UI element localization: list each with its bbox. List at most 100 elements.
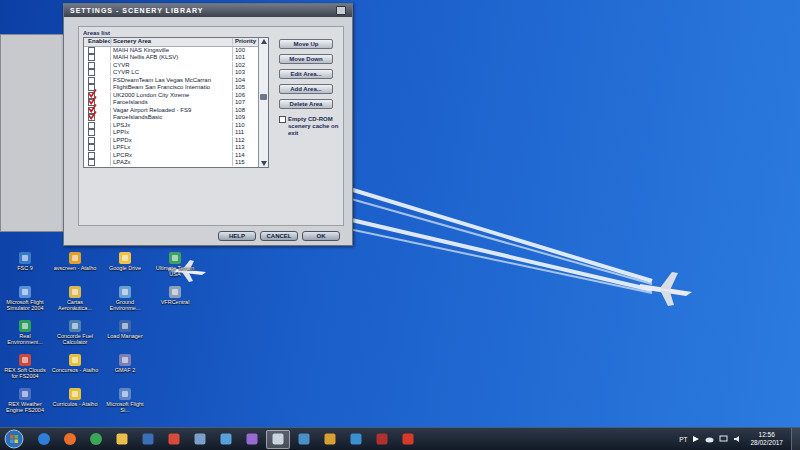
scenery-row[interactable]: LPPDx112: [84, 137, 258, 145]
desktop-icon[interactable]: Concorde Fuel Calculator: [50, 318, 100, 352]
column-header[interactable]: Priority: [232, 38, 258, 45]
scenery-row[interactable]: LPCRx114: [84, 152, 258, 160]
taskbar-app[interactable]: [136, 430, 160, 449]
scenery-row[interactable]: Vagar Airport Reloaded - FS9108: [84, 107, 258, 115]
taskbar-app[interactable]: [110, 430, 134, 449]
network-icon[interactable]: [719, 435, 728, 443]
scenery-row[interactable]: FaroeIslands107: [84, 99, 258, 107]
taskbar-app[interactable]: [84, 430, 108, 449]
dialog-button[interactable]: HELP: [218, 231, 256, 241]
enabled-checkbox[interactable]: [88, 152, 95, 159]
scenery-row[interactable]: LPSJx110: [84, 122, 258, 130]
taskbar-app[interactable]: [318, 430, 342, 449]
scroll-down-icon[interactable]: [260, 160, 268, 167]
enabled-checkbox[interactable]: [88, 54, 95, 61]
side-button[interactable]: Add Area...: [279, 84, 333, 94]
clock[interactable]: 12:5628/02/2017: [747, 431, 786, 447]
desktop-icon[interactable]: FSC 9: [0, 250, 50, 284]
side-button[interactable]: Edit Area...: [279, 69, 333, 79]
enabled-checkbox[interactable]: [88, 69, 95, 76]
side-button[interactable]: Delete Area: [279, 99, 333, 109]
desktop-icon[interactable]: Ground Environme...: [100, 284, 150, 318]
enabled-checkbox[interactable]: [88, 84, 95, 91]
taskbar-app[interactable]: [266, 430, 290, 449]
side-panel: Move Up Move Down Edit Area... Add Area... D…: [279, 37, 339, 137]
scenery-row[interactable]: CYVR102: [84, 62, 258, 70]
scenery-row[interactable]: FlightBeam San Francisco Internatio105: [84, 84, 258, 92]
dialog-button[interactable]: CANCEL: [260, 231, 298, 241]
taskbar-app[interactable]: [58, 430, 82, 449]
scenery-row[interactable]: FSDreamTeam Las Vegas McCarran104: [84, 77, 258, 85]
taskbar-app[interactable]: [370, 430, 394, 449]
scenery-row[interactable]: LPPIx111: [84, 129, 258, 137]
enabled-checkbox[interactable]: [88, 122, 95, 129]
desktop-icon-label: Cartas Aeronáutica...: [51, 299, 99, 311]
scenery-row[interactable]: LPAZx115: [84, 159, 258, 167]
desktop-icon[interactable]: avscreen - Atalho: [50, 250, 100, 284]
desktop-icon[interactable]: Google Drive: [100, 250, 150, 284]
enabled-checkbox[interactable]: [88, 99, 95, 106]
desktop-icon[interactable]: Microsoft Flight Simulator 2004: [0, 284, 50, 318]
scroll-thumb[interactable]: [260, 94, 267, 100]
enabled-checkbox[interactable]: [88, 62, 95, 69]
desktop-icon[interactable]: Curriculos - Atalho: [50, 386, 100, 420]
language-indicator[interactable]: PT: [679, 436, 687, 443]
desktop-icon[interactable]: REX Soft Clouds for FS2004: [0, 352, 50, 386]
cache-checkbox[interactable]: [279, 116, 286, 123]
scenery-row[interactable]: MAIH NAS Kingsville100: [84, 47, 258, 55]
scenery-row[interactable]: UK2000 London City Xtreme106: [84, 92, 258, 100]
desktop-icon[interactable]: REX Weather Engine FS2004: [0, 386, 50, 420]
desktop-icon[interactable]: Load Manager: [100, 318, 150, 352]
window-control-icon[interactable]: [336, 6, 346, 15]
desktop-icon[interactable]: Real Environment...: [0, 318, 50, 352]
desktop-icon-label: REX Weather Engine FS2004: [1, 401, 49, 413]
scenery-row[interactable]: MAIH Nellis AFB (KLSV)101: [84, 54, 258, 62]
scenery-name: LPSJx: [110, 122, 232, 129]
column-header[interactable]: Enabled: [84, 38, 110, 45]
scrollbar[interactable]: [258, 38, 268, 167]
enabled-checkbox[interactable]: [88, 114, 95, 121]
desktop-icon[interactable]: Cartas Aeronáutica...: [50, 284, 100, 318]
side-button[interactable]: Move Up: [279, 39, 333, 49]
taskbar-app[interactable]: [162, 430, 186, 449]
scroll-up-icon[interactable]: [260, 38, 268, 45]
start-icon[interactable]: [4, 429, 24, 449]
cloud-icon[interactable]: [705, 435, 714, 443]
tick-icon: [88, 111, 97, 120]
enabled-checkbox[interactable]: [88, 92, 95, 99]
shortcut-icon: [18, 387, 32, 401]
enabled-checkbox[interactable]: [88, 159, 95, 166]
enabled-checkbox[interactable]: [88, 47, 95, 54]
scenery-row[interactable]: FaroeIslandsBasic109: [84, 114, 258, 122]
taskbar-app[interactable]: [188, 430, 212, 449]
taskbar-app[interactable]: [32, 430, 56, 449]
desktop-icon[interactable]: VFRCentral: [150, 284, 200, 318]
enabled-checkbox[interactable]: [88, 129, 95, 136]
desktop-icon[interactable]: Concursos - Atalho: [50, 352, 100, 386]
scenery-row[interactable]: LPFLx113: [84, 144, 258, 152]
desktop-icon[interactable]: GMAF 2: [100, 352, 150, 386]
scenery-name: Vagar Airport Reloaded - FS9: [110, 107, 232, 114]
enabled-checkbox[interactable]: [88, 144, 95, 151]
enabled-checkbox[interactable]: [88, 137, 95, 144]
dialog-button[interactable]: OK: [302, 231, 340, 241]
time: 12:56: [759, 431, 775, 439]
desktop-icon[interactable]: Ultimate Terrain USA: [150, 250, 200, 284]
column-header[interactable]: Scenery Area: [110, 38, 232, 45]
side-button[interactable]: Move Down: [279, 54, 333, 64]
volume-icon[interactable]: [733, 435, 742, 443]
cache-option[interactable]: Empty CD-ROM scenery cache on exit: [279, 116, 339, 137]
flag-icon[interactable]: [692, 435, 700, 443]
taskbar-app[interactable]: [344, 430, 368, 449]
desktop-icon[interactable]: Microsoft Flight Si...: [100, 386, 150, 420]
show-desktop-button[interactable]: [791, 428, 800, 450]
scenery-row[interactable]: CYVR LC103: [84, 69, 258, 77]
enabled-checkbox[interactable]: [88, 77, 95, 84]
taskbar-app[interactable]: [396, 430, 420, 449]
app-icon: [63, 432, 77, 446]
enabled-checkbox[interactable]: [88, 107, 95, 114]
taskbar-app[interactable]: [240, 430, 264, 449]
taskbar-app[interactable]: [292, 430, 316, 449]
scroll-track[interactable]: [260, 45, 267, 160]
taskbar-app[interactable]: [214, 430, 238, 449]
